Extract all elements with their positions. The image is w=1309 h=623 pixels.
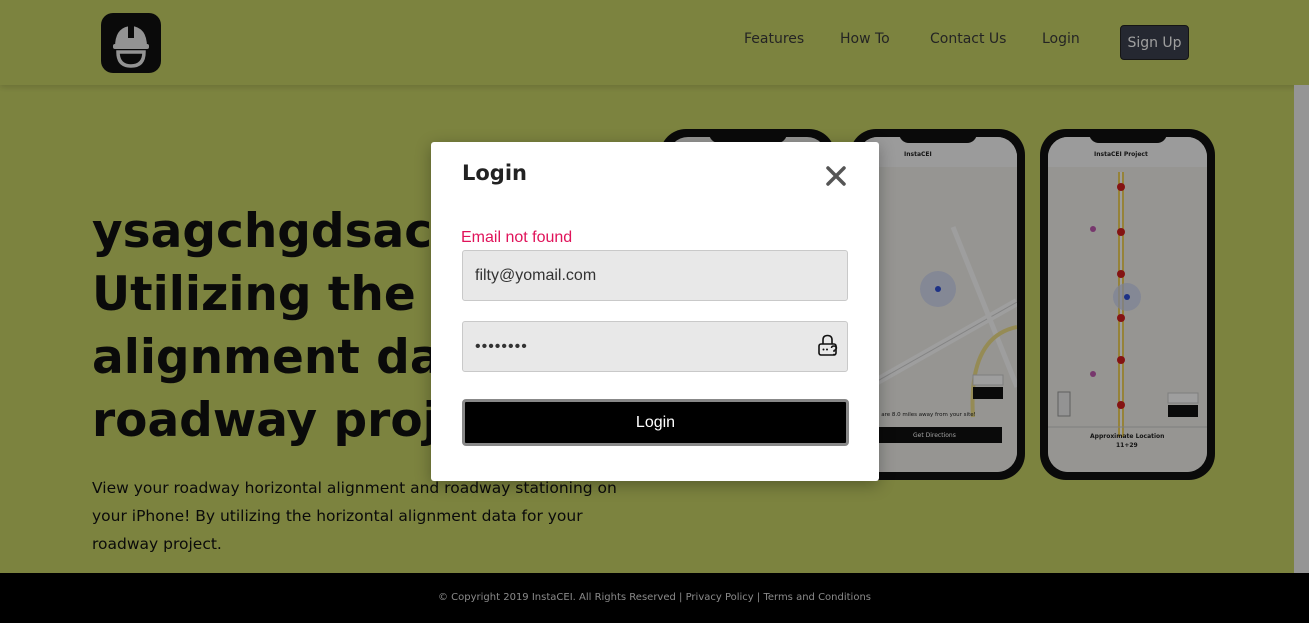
email-input-value: filty@yomail.com (475, 266, 597, 284)
email-input[interactable]: filty@yomail.com (462, 250, 848, 301)
modal-title: Login (462, 161, 527, 185)
login-modal: Login Email not found filty@yomail.com •… (431, 142, 879, 481)
login-button[interactable]: Login (462, 399, 849, 446)
email-error-message: Email not found (461, 229, 573, 246)
password-input[interactable]: •••••••• (462, 321, 848, 372)
password-input-value: •••••••• (475, 337, 528, 355)
lock-icon[interactable] (817, 334, 839, 358)
close-icon[interactable] (824, 164, 848, 188)
